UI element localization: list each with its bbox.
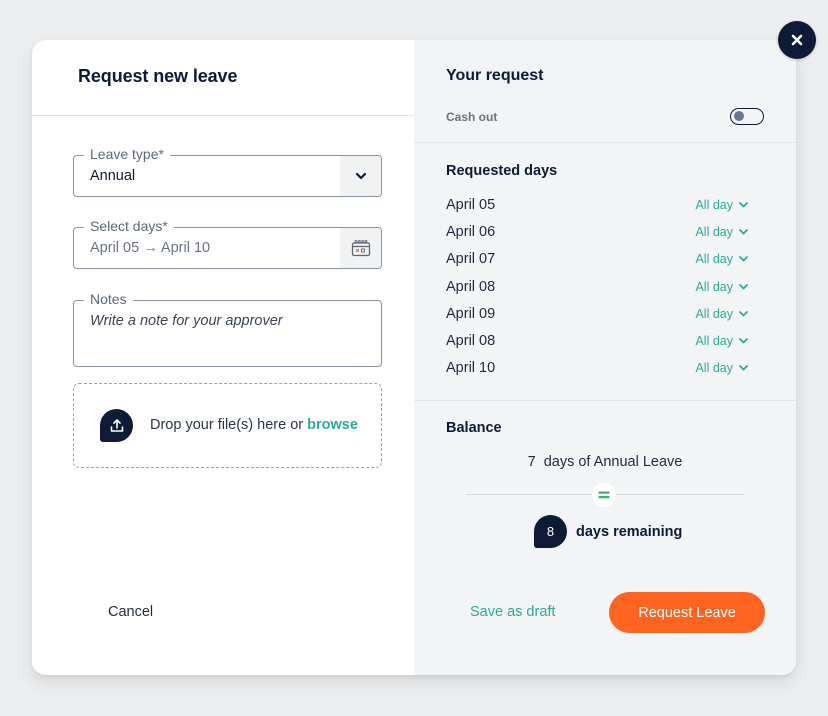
notes-textarea[interactable]: Notes Write a note for your approver: [73, 291, 382, 367]
request-leave-button[interactable]: Request Leave: [609, 592, 765, 633]
toggle-knob: [734, 111, 744, 121]
leave-type-label: Leave type*: [84, 146, 170, 162]
chevron-down-icon: [739, 256, 748, 262]
chevron-down-icon: [739, 338, 748, 344]
remaining-days-label: days remaining: [576, 523, 683, 540]
requested-day-row: April 06 All day: [446, 218, 764, 245]
chevron-down-icon: [739, 201, 748, 208]
requested-day-date: April 06: [446, 223, 496, 240]
calendar-icon: [351, 240, 370, 257]
balance-section: Balance 7 days of Annual Leave 8 days rem…: [414, 401, 796, 601]
dropzone-instruction: Drop your file(s) here or: [150, 417, 308, 433]
cash-out-toggle[interactable]: [730, 108, 764, 125]
chevron-down-icon: [355, 172, 366, 180]
day-duration-value: All day: [695, 224, 733, 239]
balance-requested: 7 days of Annual Leave: [446, 454, 764, 470]
chevron-down-icon: [739, 310, 748, 317]
day-duration-value: All day: [695, 279, 733, 294]
leave-type-dropdown-button[interactable]: [340, 156, 381, 196]
request-leave-modal: Request new leave Leave type* Annual Sel…: [32, 40, 796, 675]
requested-days-section: Requested days April 05 All day April 06 Al…: [414, 143, 796, 401]
cash-out-row: Cash out: [446, 108, 764, 125]
requested-day-date: April 08: [446, 278, 496, 295]
day-duration-select[interactable]: All day: [695, 198, 748, 212]
leave-form-panel: Request new leave Leave type* Annual Sel…: [32, 40, 414, 675]
day-duration-value: All day: [695, 252, 733, 267]
cancel-button[interactable]: Cancel: [108, 604, 153, 620]
your-request-title: Your request: [446, 67, 544, 84]
day-duration-value: All day: [695, 306, 733, 321]
your-request-section: Your request Cash out: [414, 40, 796, 143]
cash-out-label: Cash out: [446, 109, 498, 124]
upload-badge: [100, 409, 133, 442]
day-duration-value: All day: [695, 197, 733, 212]
requested-days-text: days of Annual Leave: [543, 454, 683, 470]
request-summary-panel: Your request Cash out Requested days Apr…: [414, 40, 796, 675]
requested-day-date: April 08: [446, 333, 496, 350]
day-duration-select[interactable]: All day: [695, 280, 748, 294]
requested-day-date: April 05: [446, 196, 496, 213]
remaining-days-badge: 8: [534, 515, 567, 548]
day-duration-select[interactable]: All day: [695, 307, 748, 321]
balance-remaining: 8 days remaining: [534, 515, 682, 548]
requested-day-row: April 08 All day: [446, 273, 764, 300]
close-icon: [791, 34, 803, 46]
requested-days-count: 7: [527, 454, 536, 470]
notes-placeholder: Write a note for your approver: [90, 313, 283, 329]
file-dropzone[interactable]: Drop your file(s) here or browse: [73, 383, 382, 468]
requested-days-list: April 05 All day April 06 All day April 07 Al…: [446, 191, 764, 382]
day-duration-select[interactable]: All day: [695, 334, 748, 348]
requested-day-row: April 05 All day: [446, 191, 764, 218]
day-duration-select[interactable]: All day: [695, 361, 748, 375]
notes-label: Notes: [84, 291, 133, 307]
leave-type-value: Annual: [90, 168, 136, 184]
browse-link[interactable]: browse: [307, 417, 358, 433]
leave-type-select[interactable]: Leave type* Annual: [73, 146, 382, 197]
save-as-draft-button[interactable]: Save as draft: [470, 604, 555, 620]
requested-day-date: April 10: [446, 360, 496, 377]
select-days-field[interactable]: Select days* April 05 → April 10: [73, 218, 382, 269]
chevron-down-icon: [739, 283, 748, 289]
select-days-label: Select days*: [84, 218, 174, 234]
select-days-value: April 05 → April 10: [90, 240, 211, 256]
requested-day-row: April 08 All day: [446, 327, 764, 354]
requested-day-row: April 09 All day: [446, 300, 764, 327]
calendar-button[interactable]: [340, 228, 381, 268]
requested-day-date: April 07: [446, 251, 496, 268]
day-duration-select[interactable]: All day: [695, 252, 748, 266]
equals-icon: [592, 483, 616, 507]
page-title: Request new leave: [78, 66, 238, 86]
dropzone-text: Drop your file(s) here or browse: [150, 417, 358, 433]
requested-day-row: April 10 All day: [446, 355, 764, 382]
requested-days-title: Requested days: [446, 163, 558, 179]
chevron-down-icon: [739, 365, 748, 371]
day-duration-value: All day: [695, 334, 733, 349]
balance-title: Balance: [446, 420, 502, 436]
day-duration-value: All day: [695, 361, 733, 376]
close-modal-button[interactable]: [778, 21, 816, 59]
form-header: Request new leave: [32, 40, 414, 116]
requested-day-row: April 07 All day: [446, 246, 764, 273]
upload-icon: [110, 418, 123, 432]
day-duration-select[interactable]: All day: [695, 225, 748, 239]
chevron-down-icon: [739, 229, 748, 235]
requested-day-date: April 09: [446, 305, 496, 322]
